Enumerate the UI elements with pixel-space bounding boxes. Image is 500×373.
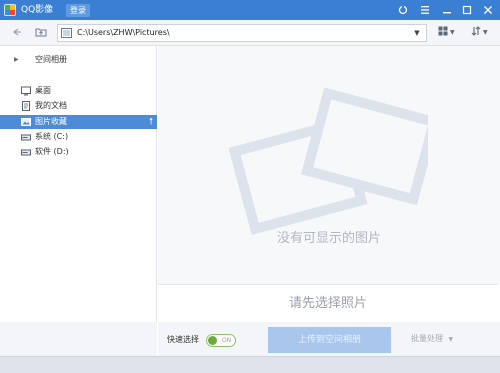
sidebar-item-drive-c[interactable]: 系统 (C:) [0,130,157,144]
maximize-icon[interactable] [460,3,474,17]
arrow-right-icon[interactable]: ▶ [14,53,19,67]
back-icon[interactable] [10,25,24,39]
view-mode-dropdown[interactable]: ▼ [438,25,455,40]
chevron-down-icon[interactable]: ▼ [411,27,423,39]
address-path: C:\Users\ZHW\Pictures\ [77,28,170,37]
empty-state-message: 没有可显示的图片 [276,231,381,246]
quick-select-label: 快速选择 [167,335,199,344]
batch-process-label: 批量处理 [411,334,443,343]
sidebar: ▶ 空间相册 桌面 我的文档 图片收藏 🠕 系统 (C:) 软件 (D:) [0,46,157,356]
sidebar-item-label: 空间相册 [35,55,67,64]
picture-folder-icon [21,117,31,127]
toolbar: C:\Users\ZHW\Pictures\ ▼ ▼ ▼ [0,20,500,46]
desktop-icon [21,86,31,96]
title-bar: QQ影像 登录 [0,0,500,20]
skin-icon[interactable] [396,3,410,17]
caret-down-icon: ▼ [450,29,455,36]
login-button[interactable]: 登录 [66,4,90,17]
sort-icon [471,26,481,39]
menu-icon[interactable] [418,3,432,17]
sidebar-item-pictures[interactable]: 图片收藏 🠕 [0,115,157,129]
batch-process-dropdown[interactable]: 批量处理 ▼ [411,334,453,345]
status-bar [0,356,500,373]
sort-dropdown[interactable]: ▼ [471,25,488,40]
sidebar-item-desktop[interactable]: 桌面 [0,84,157,98]
document-icon [21,101,31,111]
selection-tray: 请先选择照片 [158,284,498,322]
app-logo-icon [4,4,16,16]
empty-pictures-icon [228,87,428,235]
upload-arrow-icon[interactable]: 🠕 [149,115,153,129]
quick-select-toggle[interactable]: ON [206,334,236,347]
caret-down-icon: ▼ [483,29,488,36]
address-bar[interactable]: C:\Users\ZHW\Pictures\ ▼ [57,24,427,42]
sidebar-item-label: 系统 (C:) [35,132,69,141]
grid-view-icon [438,26,448,39]
up-folder-icon[interactable] [34,25,48,39]
drive-icon [21,147,31,157]
sidebar-item-label: 软件 (D:) [35,147,69,156]
app-title: QQ影像 [21,5,54,15]
selection-prompt: 请先选择照片 [288,296,367,311]
sidebar-footer [0,322,157,356]
close-icon[interactable] [481,3,495,17]
folder-icon [61,28,72,38]
toggle-knob [208,336,217,345]
toggle-state: ON [222,337,232,344]
photo-grid-area: 没有可显示的图片 [158,46,500,284]
caret-down-icon: ▼ [448,336,454,343]
sidebar-item-label: 我的文档 [35,101,67,110]
sidebar-item-drive-d[interactable]: 软件 (D:) [0,145,157,159]
sidebar-item-label: 图片收藏 [35,117,67,126]
sidebar-item-label: 桌面 [35,86,51,95]
upload-to-album-button[interactable]: 上传到空间相册 [268,327,391,353]
sidebar-item-documents[interactable]: 我的文档 [0,99,157,113]
drive-icon [21,132,31,142]
sidebar-item-qzone-album[interactable]: ▶ 空间相册 [0,53,157,67]
minimize-icon[interactable] [440,3,454,17]
